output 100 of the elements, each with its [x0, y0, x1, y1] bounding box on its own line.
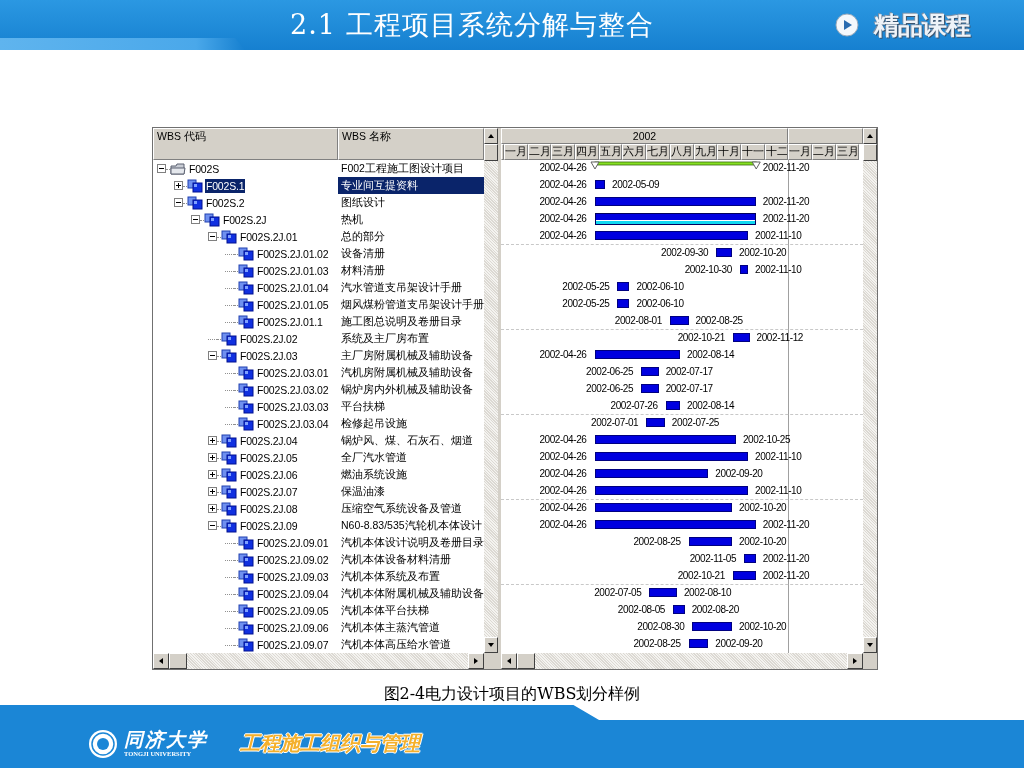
month-cell: 五月 [598, 144, 623, 160]
wbs-code[interactable]: F002S.2J.01.04 [256, 280, 330, 295]
wbs-code[interactable]: F002S.2J.05 [239, 450, 299, 465]
scroll-up-button[interactable] [484, 128, 498, 144]
wbs-code[interactable]: F002S.2J.09.04 [256, 586, 330, 601]
scroll-thumb[interactable] [863, 144, 877, 161]
wbs-code[interactable]: F002S.2J.01.1 [256, 314, 324, 329]
scroll-thumb[interactable] [484, 144, 498, 161]
expand-icon[interactable] [208, 436, 217, 445]
vertical-scrollbar[interactable] [863, 128, 877, 653]
scroll-down-button[interactable] [484, 637, 498, 653]
wbs-name: 汽机本体主蒸汽管道 [340, 620, 441, 635]
wbs-name: 烟风煤粉管道支吊架设计手册 [340, 297, 484, 312]
stacked-squares-icon [238, 314, 254, 329]
wbs-code[interactable]: F002S.2J.09 [239, 518, 299, 533]
scroll-thumb[interactable] [517, 653, 535, 669]
tree-line [183, 185, 187, 187]
wbs-code[interactable]: F002S.2J.01.02 [256, 246, 330, 261]
collapse-icon[interactable] [174, 198, 183, 207]
wbs-code[interactable]: F002S.2J.03.01 [256, 365, 330, 380]
collapse-icon[interactable] [208, 521, 217, 530]
stacked-squares-icon [204, 212, 220, 227]
wbs-code[interactable]: F002S.2J.09.07 [256, 637, 330, 652]
wbs-name: 锅炉风、煤、石灰石、烟道 [340, 433, 474, 448]
column-header[interactable]: WBS 代码 [153, 128, 338, 160]
scroll-up-button[interactable] [863, 128, 877, 144]
scroll-thumb[interactable] [169, 653, 187, 669]
wbs-code[interactable]: F002S.2J.01.05 [256, 297, 330, 312]
stacked-squares-icon [221, 450, 237, 465]
scroll-right-button[interactable] [468, 653, 484, 669]
expand-icon[interactable] [208, 453, 217, 462]
wbs-name: N60-8.83/535汽轮机本体设计 [340, 518, 483, 533]
expand-icon[interactable] [208, 487, 217, 496]
course-label: 精品课程 [874, 9, 970, 41]
collapse-icon[interactable] [191, 215, 200, 224]
stacked-squares-icon [238, 382, 254, 397]
wbs-code[interactable]: F002S.2J [222, 212, 268, 227]
task-bar [692, 622, 733, 631]
month-cell: 三月 [551, 144, 576, 160]
wbs-code[interactable]: F002S.2J.09.03 [256, 569, 330, 584]
stacked-squares-icon [238, 416, 254, 431]
start-date: 2002-08-25 [633, 536, 681, 548]
wbs-code[interactable]: F002S.2J.08 [239, 501, 299, 516]
wbs-code[interactable]: F002S.2J.06 [239, 467, 299, 482]
start-date: 2002-06-25 [586, 366, 634, 378]
task-bar [649, 588, 677, 597]
wbs-code[interactable]: F002S.2J.09.05 [256, 603, 330, 618]
wbs-code[interactable]: F002S.2J.03.04 [256, 416, 330, 431]
wbs-name: 施工图总说明及卷册目录 [340, 314, 463, 329]
scroll-left-button[interactable] [501, 653, 517, 669]
month-cell: 二月 [811, 144, 836, 160]
column-header[interactable]: WBS 名称 [338, 128, 484, 160]
end-date: 2002-10-20 [739, 247, 787, 259]
task-bar [617, 282, 630, 291]
scroll-left-button[interactable] [153, 653, 169, 669]
wbs-code[interactable]: F002S [188, 161, 220, 176]
wbs-code[interactable]: F002S.1 [205, 178, 246, 193]
wbs-code[interactable]: F002S.2J.04 [239, 433, 299, 448]
wbs-code[interactable]: F002S.2J.02 [239, 331, 299, 346]
start-date: 2002-07-01 [591, 417, 639, 429]
end-date: 2002-10-25 [742, 434, 791, 446]
stacked-squares-icon [221, 484, 237, 499]
wbs-name: 汽机本体系统及布置 [340, 569, 441, 584]
wbs-code[interactable]: F002S.2J.01 [239, 229, 299, 244]
collapse-icon[interactable] [157, 164, 166, 173]
wbs-code[interactable]: F002S.2J.09.01 [256, 535, 330, 550]
expand-icon[interactable] [208, 504, 217, 513]
wbs-code[interactable]: F002S.2J.07 [239, 484, 299, 499]
month-cell: 八月 [669, 144, 694, 160]
stacked-squares-icon [221, 229, 237, 244]
month-cell: 六月 [622, 144, 647, 160]
wbs-name: 平台扶梯 [340, 399, 386, 414]
wbs-code[interactable]: F002S.2J.03.02 [256, 382, 330, 397]
collapse-icon[interactable] [208, 351, 217, 360]
vertical-scrollbar[interactable] [484, 128, 498, 653]
wbs-code[interactable]: F002S.2J.09.02 [256, 552, 330, 567]
wbs-code[interactable]: F002S.2J.01.03 [256, 263, 330, 278]
month-cell: 十月 [717, 144, 741, 160]
end-date: 2002-05-09 [612, 179, 660, 191]
end-date: 2002-07-25 [671, 417, 719, 429]
end-date: 2002-08-14 [687, 349, 735, 361]
wbs-name: 主厂房附属机械及辅助设备 [340, 348, 474, 363]
expand-icon[interactable] [208, 470, 217, 479]
wbs-code[interactable]: F002S.2 [205, 195, 246, 210]
expand-icon[interactable] [174, 181, 183, 190]
tree-line [217, 236, 221, 238]
stacked-squares-icon [221, 518, 237, 533]
wbs-code[interactable]: F002S.2J.03 [239, 348, 299, 363]
stacked-squares-icon [187, 195, 203, 210]
task-bar [646, 418, 665, 427]
start-date: 2002-07-26 [610, 400, 658, 412]
wbs-code[interactable]: F002S.2J.09.06 [256, 620, 330, 635]
collapse-icon[interactable] [208, 232, 217, 241]
scroll-down-button[interactable] [863, 637, 877, 653]
task-bar [744, 554, 756, 563]
tree-line [217, 491, 221, 493]
end-date: 2002-07-17 [665, 383, 713, 395]
start-date: 2002-04-26 [539, 349, 587, 361]
wbs-code[interactable]: F002S.2J.03.03 [256, 399, 330, 414]
scroll-right-button[interactable] [847, 653, 863, 669]
